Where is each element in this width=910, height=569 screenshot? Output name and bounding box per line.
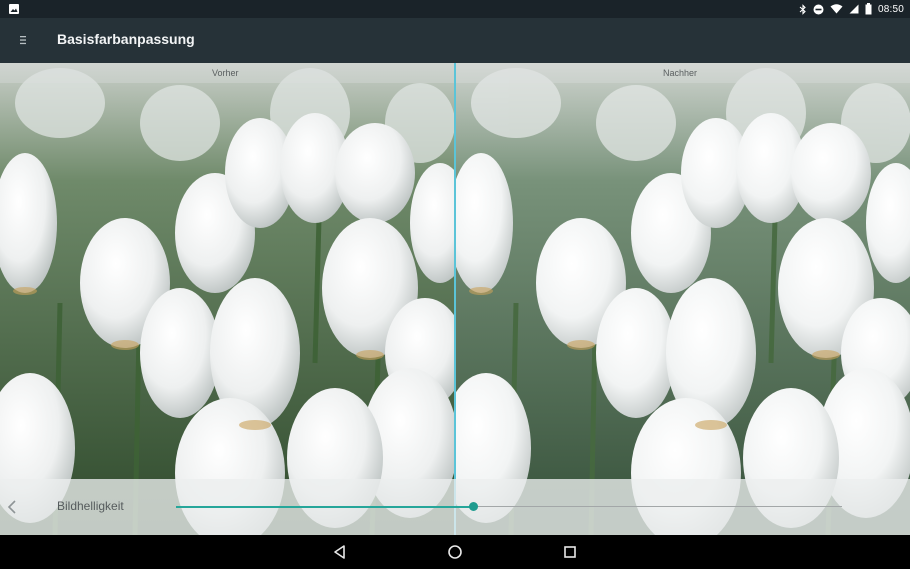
page-title: Basisfarbanpassung <box>57 31 195 47</box>
battery-icon <box>865 3 872 15</box>
image-notification-icon <box>9 4 19 14</box>
navigation-bar <box>0 535 910 569</box>
nav-back-icon[interactable] <box>331 543 349 561</box>
parameter-label: Bildhelligkeit <box>57 499 124 513</box>
status-icons: 08:50 <box>799 0 904 18</box>
status-bar: 08:50 <box>0 0 910 18</box>
cellular-signal-icon <box>849 4 859 14</box>
before-label: Vorher <box>212 68 239 78</box>
nav-home-icon[interactable] <box>446 543 464 561</box>
slider-fill <box>176 506 473 508</box>
app-bar: Basisfarbanpassung <box>0 18 910 63</box>
status-time: 08:50 <box>877 3 904 15</box>
do-not-disturb-icon <box>813 4 824 14</box>
before-photo <box>0 63 454 535</box>
after-photo <box>456 63 910 535</box>
chevron-left-icon[interactable] <box>6 498 18 516</box>
after-label: Nachher <box>663 68 698 78</box>
photo-comparison: Vorher Nachher <box>0 63 910 535</box>
nav-recents-icon[interactable] <box>561 543 579 561</box>
comparison-divider[interactable] <box>454 63 456 535</box>
wifi-icon <box>830 4 843 14</box>
slider-thumb[interactable] <box>469 502 478 511</box>
menu-icon[interactable] <box>17 33 29 47</box>
adjustment-bar: Bildhelligkeit <box>0 479 910 535</box>
screen: 08:50 Basisfarbanpassung Vorher Nachher … <box>0 0 910 569</box>
bluetooth-icon <box>799 3 806 15</box>
brightness-slider[interactable] <box>176 500 842 514</box>
